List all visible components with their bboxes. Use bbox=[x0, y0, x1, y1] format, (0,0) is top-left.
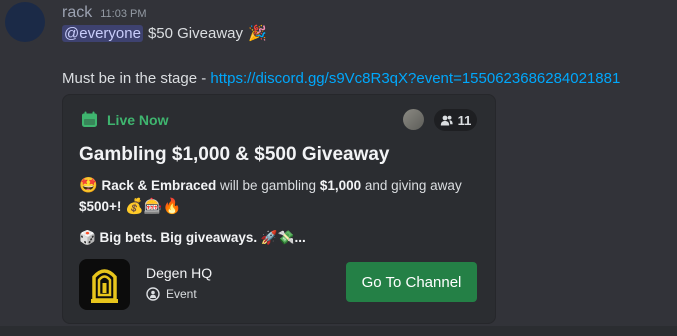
timestamp: 11:03 PM bbox=[100, 8, 147, 20]
party-emoji: 🎉 bbox=[248, 24, 267, 42]
event-card: Live Now 11 Gambling $1,000 & $500 Givea… bbox=[62, 94, 496, 324]
stage-text: Must be in the stage - bbox=[62, 70, 211, 87]
message-title: $50 Giveaway bbox=[147, 24, 243, 42]
money-emojis: 💰🎰🔥 bbox=[125, 197, 182, 215]
event-description-2: 🎲 Big bets. Big giveaways. 🚀💸... bbox=[79, 230, 306, 245]
interested-count: 11 bbox=[457, 112, 472, 128]
server-name[interactable]: Degen HQ bbox=[146, 265, 212, 281]
event-link[interactable]: https://discord.gg/s9Vc8R3qX?event=15506… bbox=[210, 70, 620, 87]
event-title: Gambling $1,000 & $500 Giveaway bbox=[79, 144, 390, 165]
divider bbox=[0, 326, 677, 336]
server-icon[interactable] bbox=[79, 259, 130, 310]
degen-logo-icon bbox=[91, 269, 118, 303]
calendar-icon bbox=[82, 111, 97, 127]
live-status: Live Now bbox=[81, 111, 168, 128]
user-avatar[interactable] bbox=[5, 2, 45, 42]
live-label: Live Now bbox=[107, 111, 169, 128]
desc-after: and giving away bbox=[361, 178, 462, 193]
event-hosts: Rack & Embraced bbox=[101, 178, 217, 193]
desc-mid: will be gambling bbox=[216, 178, 320, 193]
event-description: 🤩 Rack & Embraced will be gambling $1,00… bbox=[79, 175, 479, 217]
go-to-channel-button[interactable]: Go To Channel bbox=[346, 262, 477, 302]
interested-count-badge[interactable]: 11 bbox=[434, 109, 477, 131]
star-struck-emoji: 🤩 bbox=[79, 176, 98, 194]
message-line-2: Must be in the stage - https://discord.g… bbox=[62, 70, 620, 87]
desc-prize: $500+! bbox=[79, 199, 122, 214]
creator-avatar[interactable] bbox=[403, 109, 424, 130]
message-header: rack 11:03 PM bbox=[62, 4, 147, 22]
people-icon bbox=[440, 115, 453, 125]
mention-everyone[interactable]: @everyone bbox=[62, 24, 143, 42]
stage-icon bbox=[146, 287, 160, 301]
username[interactable]: rack bbox=[62, 4, 92, 22]
desc-amount: $1,000 bbox=[319, 178, 362, 193]
event-type-label: Event bbox=[166, 287, 197, 301]
message-line-1: @everyone $50 Giveaway 🎉 bbox=[62, 24, 267, 42]
event-type: Event bbox=[146, 287, 197, 301]
